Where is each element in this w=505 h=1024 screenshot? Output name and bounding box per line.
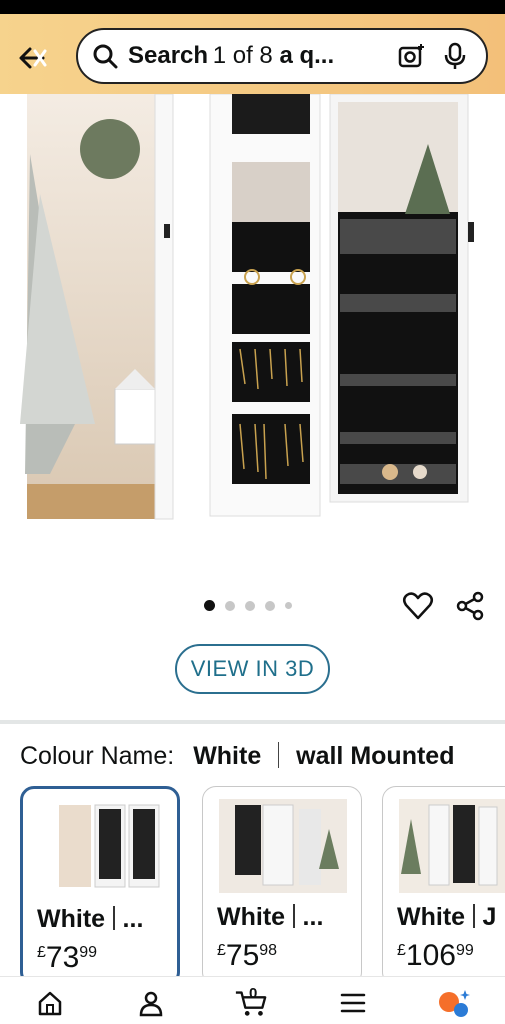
selected-style: wall Mounted xyxy=(296,742,455,770)
carousel-dot[interactable] xyxy=(285,602,292,609)
product-photo xyxy=(20,94,474,520)
home-icon xyxy=(38,991,62,1016)
section-divider xyxy=(0,720,505,724)
carousel-dot[interactable] xyxy=(265,600,275,611)
camera-search-button[interactable] xyxy=(394,39,428,73)
carousel-dot[interactable] xyxy=(245,600,255,611)
swatch-card[interactable]: White... £7598 xyxy=(202,786,362,976)
swatch-card[interactable]: White... £7399 xyxy=(20,786,180,976)
swatch-name: White J xyxy=(397,903,497,931)
image-counter: 1 of 8 xyxy=(212,42,273,69)
back-button[interactable] xyxy=(12,38,52,78)
wishlist-button[interactable] xyxy=(402,590,434,622)
microphone-icon xyxy=(444,42,466,69)
carousel-dot[interactable] xyxy=(204,600,215,611)
swatch-price: £7598 xyxy=(217,939,278,972)
share-icon xyxy=(456,591,484,621)
search-input[interactable]: Search 1 of 8 a q... xyxy=(76,28,488,84)
search-text: Search 1 of 8 a q... xyxy=(128,42,335,69)
variation-label: Colour Name: White wall Mounted xyxy=(20,742,455,770)
selected-colour: White xyxy=(193,742,262,770)
heart-icon xyxy=(403,592,433,620)
search-icon xyxy=(93,44,118,69)
camera-icon xyxy=(398,44,424,68)
product-image[interactable] xyxy=(0,94,505,584)
swatch-thumbnail xyxy=(59,804,160,888)
nav-assistant[interactable] xyxy=(437,987,471,1019)
assistant-icon xyxy=(439,990,470,1017)
nav-cart[interactable]: 0 xyxy=(234,985,268,1019)
header-bar: Search 1 of 8 a q... xyxy=(0,14,505,94)
swatch-name: White... xyxy=(217,903,324,931)
voice-search-button[interactable] xyxy=(438,39,472,73)
swatch-thumbnail xyxy=(219,799,347,893)
account-icon xyxy=(139,991,163,1017)
status-bar xyxy=(0,0,505,14)
bottom-navigation: 0 xyxy=(0,976,505,1024)
swatch-card[interactable]: White J £10699 xyxy=(382,786,505,976)
swatch-name: White... xyxy=(37,905,144,933)
swatch-thumbnail xyxy=(399,799,505,893)
nav-account[interactable] xyxy=(134,987,168,1019)
menu-icon xyxy=(340,993,366,1013)
swatch-price: £7399 xyxy=(37,941,98,974)
nav-menu[interactable] xyxy=(336,987,370,1019)
view-in-3d-button[interactable]: VIEW IN 3D xyxy=(175,644,330,694)
nav-home[interactable] xyxy=(33,987,67,1019)
share-button[interactable] xyxy=(454,590,486,622)
variation-swatches: White... £7399 White... £7598 White J £10… xyxy=(20,786,505,976)
image-carousel-dots xyxy=(204,600,292,611)
swatch-price: £10699 xyxy=(397,939,474,972)
carousel-dot[interactable] xyxy=(225,600,235,611)
cart-count: 0 xyxy=(249,985,258,1002)
back-arrow-icon xyxy=(19,47,47,69)
